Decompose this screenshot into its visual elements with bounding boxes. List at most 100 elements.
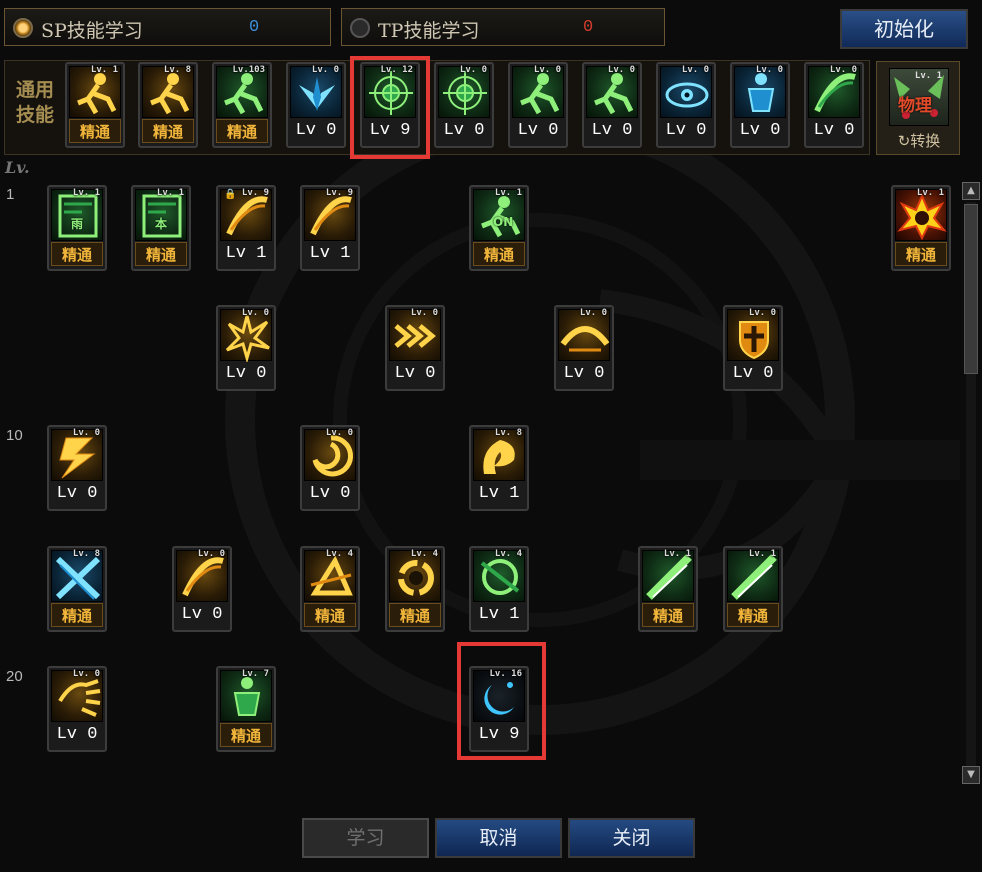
highlight-box xyxy=(457,642,546,760)
skill-slot[interactable]: Lv. 4 精通 xyxy=(385,546,445,632)
skill-max-level: Lv. 9 xyxy=(241,188,269,198)
lock-icon: 🔒 xyxy=(224,189,237,200)
skill-current-level: Lv 1 xyxy=(309,244,351,263)
skill-current-level: Lv 0 xyxy=(517,121,559,140)
skill-max-level: Lv. 0 xyxy=(72,428,100,438)
attribute-switch-skill[interactable]: Lv. 1 物理 ↻转换 xyxy=(876,61,960,155)
mastered-label: 精通 xyxy=(135,242,187,266)
skill-current-level: Lv 0 xyxy=(665,121,707,140)
skill-max-level: Lv.103 xyxy=(232,65,265,75)
skill-slot[interactable]: Lv. 0 Lv 0 xyxy=(385,305,445,391)
switch-label-row: ↻转换 xyxy=(877,130,961,151)
skill-max-level: Lv. 8 xyxy=(72,549,100,559)
skill-slot[interactable]: Lv. 0 Lv 0 xyxy=(723,305,783,391)
skill-max-level: Lv. 1 xyxy=(916,188,944,198)
skill-max-level: Lv. 1 xyxy=(90,65,118,75)
tab-label: TP技能学习 xyxy=(378,20,480,42)
skill-current-level: Lv 0 xyxy=(295,121,337,140)
level-column-header: Lv. xyxy=(5,158,30,177)
mastered-label: 精通 xyxy=(220,723,272,747)
cancel-button[interactable]: 取消 xyxy=(435,818,562,858)
learn-button[interactable]: 学习 xyxy=(302,818,429,858)
skill-slot[interactable]: Lv. 8 Lv 1 xyxy=(469,425,529,511)
skill-slot[interactable]: Lv. 1 精通 xyxy=(723,546,783,632)
skill-slot[interactable]: Lv. 8 精通 xyxy=(47,546,107,632)
tp-points: 0 xyxy=(583,18,594,37)
row-level-10: 10 xyxy=(6,427,23,444)
skill-current-level: Lv 0 xyxy=(56,725,98,744)
skill-slot[interactable]: Lv. 1 精通 雨 xyxy=(47,185,107,271)
scroll-down-icon[interactable]: ▼ xyxy=(962,766,980,784)
skill-tree-scrollbar[interactable]: ▲ ▼ xyxy=(962,182,980,786)
reset-button[interactable]: 初始化 xyxy=(840,9,968,49)
skill-current-level: Lv 0 xyxy=(739,121,781,140)
skill-current-level: Lv 0 xyxy=(309,484,351,503)
radio-unselected-icon[interactable] xyxy=(350,18,370,38)
common-skill-slot[interactable]: Lv. 1 精通 xyxy=(65,62,125,148)
common-skill-slot[interactable]: Lv.103 精通 xyxy=(212,62,272,148)
switch-label: 转换 xyxy=(910,132,941,150)
skill-current-level: Lv 1 xyxy=(225,244,267,263)
common-skill-slot[interactable]: Lv. 0 Lv 0 xyxy=(804,62,864,148)
skill-max-level: Lv. 1 xyxy=(72,188,100,198)
skill-slot[interactable]: Lv. 1 精通 xyxy=(891,185,951,271)
skill-slot[interactable]: Lv. 1 精通 xyxy=(638,546,698,632)
refresh-icon: ↻ xyxy=(897,132,911,150)
skill-slot[interactable]: Lv. 0 Lv 0 xyxy=(47,425,107,511)
skill-max-level: Lv. 0 xyxy=(579,308,607,318)
skill-slot[interactable]: Lv. 1 精通 本 xyxy=(131,185,191,271)
skill-slot[interactable]: Lv. 7 精通 xyxy=(216,666,276,752)
mastered-label: 精通 xyxy=(216,119,268,143)
common-skill-slot[interactable]: Lv. 0 Lv 0 xyxy=(286,62,346,148)
skill-max-level: Lv. 0 xyxy=(829,65,857,75)
skill-max-level: Lv. 8 xyxy=(494,428,522,438)
common-skill-slot[interactable]: Lv. 0 Lv 0 xyxy=(508,62,568,148)
skill-slot[interactable]: Lv. 0 Lv 0 xyxy=(300,425,360,511)
mastered-label: 精通 xyxy=(69,119,121,143)
switch-skill-icon: Lv. 1 物理 xyxy=(889,68,949,126)
skill-slot[interactable]: Lv. 4 精通 xyxy=(300,546,360,632)
skill-max-level: Lv. 0 xyxy=(533,65,561,75)
skill-current-level: Lv 1 xyxy=(478,484,520,503)
skill-slot[interactable]: Lv. 0 Lv 0 xyxy=(172,546,232,632)
mastered-label: 精通 xyxy=(142,119,194,143)
skill-icon-text: 本 xyxy=(155,217,168,231)
common-skill-slot[interactable]: Lv. 0 Lv 0 xyxy=(582,62,642,148)
scroll-up-icon[interactable]: ▲ xyxy=(962,182,980,200)
switch-skill-level: Lv. 1 xyxy=(914,71,942,81)
skill-max-level: Lv. 0 xyxy=(607,65,635,75)
scroll-thumb[interactable] xyxy=(964,204,978,374)
skill-current-level: Lv 0 xyxy=(591,121,633,140)
sp-points: 0 xyxy=(249,18,260,37)
skill-max-level: Lv. 9 xyxy=(325,188,353,198)
tab-label: SP技能学习 xyxy=(41,20,143,42)
common-skill-slot[interactable]: Lv. 0 Lv 0 xyxy=(656,62,716,148)
skill-max-level: Lv. 0 xyxy=(459,65,487,75)
skill-max-level: Lv. 4 xyxy=(494,549,522,559)
radio-selected-icon[interactable] xyxy=(13,18,33,38)
skill-max-level: Lv. 1 xyxy=(494,188,522,198)
tab-tp-skills[interactable]: TP技能学习 0 xyxy=(341,8,665,46)
tab-sp-skills[interactable]: SP技能学习 0 xyxy=(4,8,331,46)
skill-max-level: Lv. 7 xyxy=(241,669,269,679)
skill-current-level: Lv 0 xyxy=(563,364,605,383)
common-skill-slot[interactable]: Lv. 0 Lv 0 xyxy=(730,62,790,148)
skill-slot[interactable]: Lv. 4 Lv 1 xyxy=(469,546,529,632)
skill-slot[interactable]: Lv. 0 Lv 0 xyxy=(554,305,614,391)
skill-slot[interactable]: Lv. 9 Lv 1 🔒 xyxy=(216,185,276,271)
common-skill-slot[interactable]: Lv. 8 精通 xyxy=(138,62,198,148)
skill-current-level: Lv 0 xyxy=(225,364,267,383)
skill-slot[interactable]: Lv. 1 精通 ON xyxy=(469,185,529,271)
mastered-label: 精通 xyxy=(51,242,103,266)
mastered-label: 精通 xyxy=(389,603,441,627)
skill-slot[interactable]: Lv. 0 Lv 0 xyxy=(47,666,107,752)
row-level-1: 1 xyxy=(6,186,15,203)
close-button[interactable]: 关闭 xyxy=(568,818,695,858)
physical-attribute-text: 物理 xyxy=(898,96,932,116)
skill-slot[interactable]: Lv. 0 Lv 0 xyxy=(216,305,276,391)
skill-current-level: Lv 0 xyxy=(56,484,98,503)
skill-max-level: Lv. 0 xyxy=(681,65,709,75)
skill-max-level: Lv. 0 xyxy=(241,308,269,318)
common-skill-slot[interactable]: Lv. 0 Lv 0 xyxy=(434,62,494,148)
skill-slot[interactable]: Lv. 9 Lv 1 xyxy=(300,185,360,271)
